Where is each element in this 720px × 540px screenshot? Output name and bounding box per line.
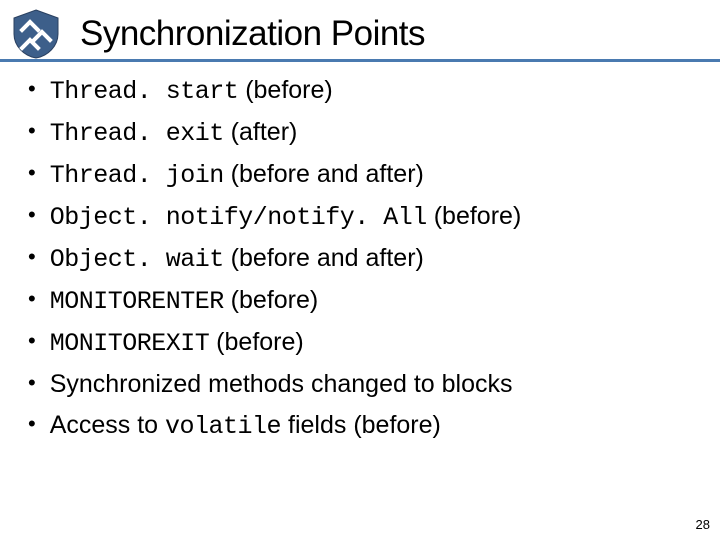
bullet-icon: •	[28, 413, 36, 435]
list-item: • Thread. join (before and after)	[28, 160, 710, 190]
list-item: • Synchronized methods changed to blocks	[28, 370, 710, 399]
list-item-text: MONITORENTER (before)	[50, 286, 319, 316]
list-item: • Object. wait (before and after)	[28, 244, 710, 274]
list-item-text: MONITOREXIT (before)	[50, 328, 304, 358]
list-item-text: Object. wait (before and after)	[50, 244, 424, 274]
bullet-icon: •	[28, 204, 36, 226]
slide-title: Synchronization Points	[80, 14, 425, 54]
list-item: • Access to volatile fields (before)	[28, 411, 710, 441]
list-item-text: Access to volatile fields (before)	[50, 411, 441, 441]
bullet-icon: •	[28, 246, 36, 268]
list-item: • Object. notify/notify. All (before)	[28, 202, 710, 232]
list-item-text: Thread. join (before and after)	[50, 160, 424, 190]
slide-content: • Thread. start (before) • Thread. exit …	[0, 62, 720, 441]
list-item: • MONITORENTER (before)	[28, 286, 710, 316]
page-number: 28	[696, 517, 710, 532]
list-item: • Thread. exit (after)	[28, 118, 710, 148]
list-item-text: Thread. exit (after)	[50, 118, 298, 148]
bullet-icon: •	[28, 162, 36, 184]
bullet-icon: •	[28, 288, 36, 310]
bullet-icon: •	[28, 120, 36, 142]
list-item-text: Object. notify/notify. All (before)	[50, 202, 522, 232]
list-item-text: Thread. start (before)	[50, 76, 333, 106]
slide-header: Synchronization Points	[0, 0, 720, 62]
list-item: • MONITOREXIT (before)	[28, 328, 710, 358]
bullet-icon: •	[28, 330, 36, 352]
shield-chevrons-icon	[10, 8, 62, 60]
list-item: • Thread. start (before)	[28, 76, 710, 106]
bullet-icon: •	[28, 372, 36, 394]
list-item-text: Synchronized methods changed to blocks	[50, 370, 513, 399]
bullet-icon: •	[28, 78, 36, 100]
